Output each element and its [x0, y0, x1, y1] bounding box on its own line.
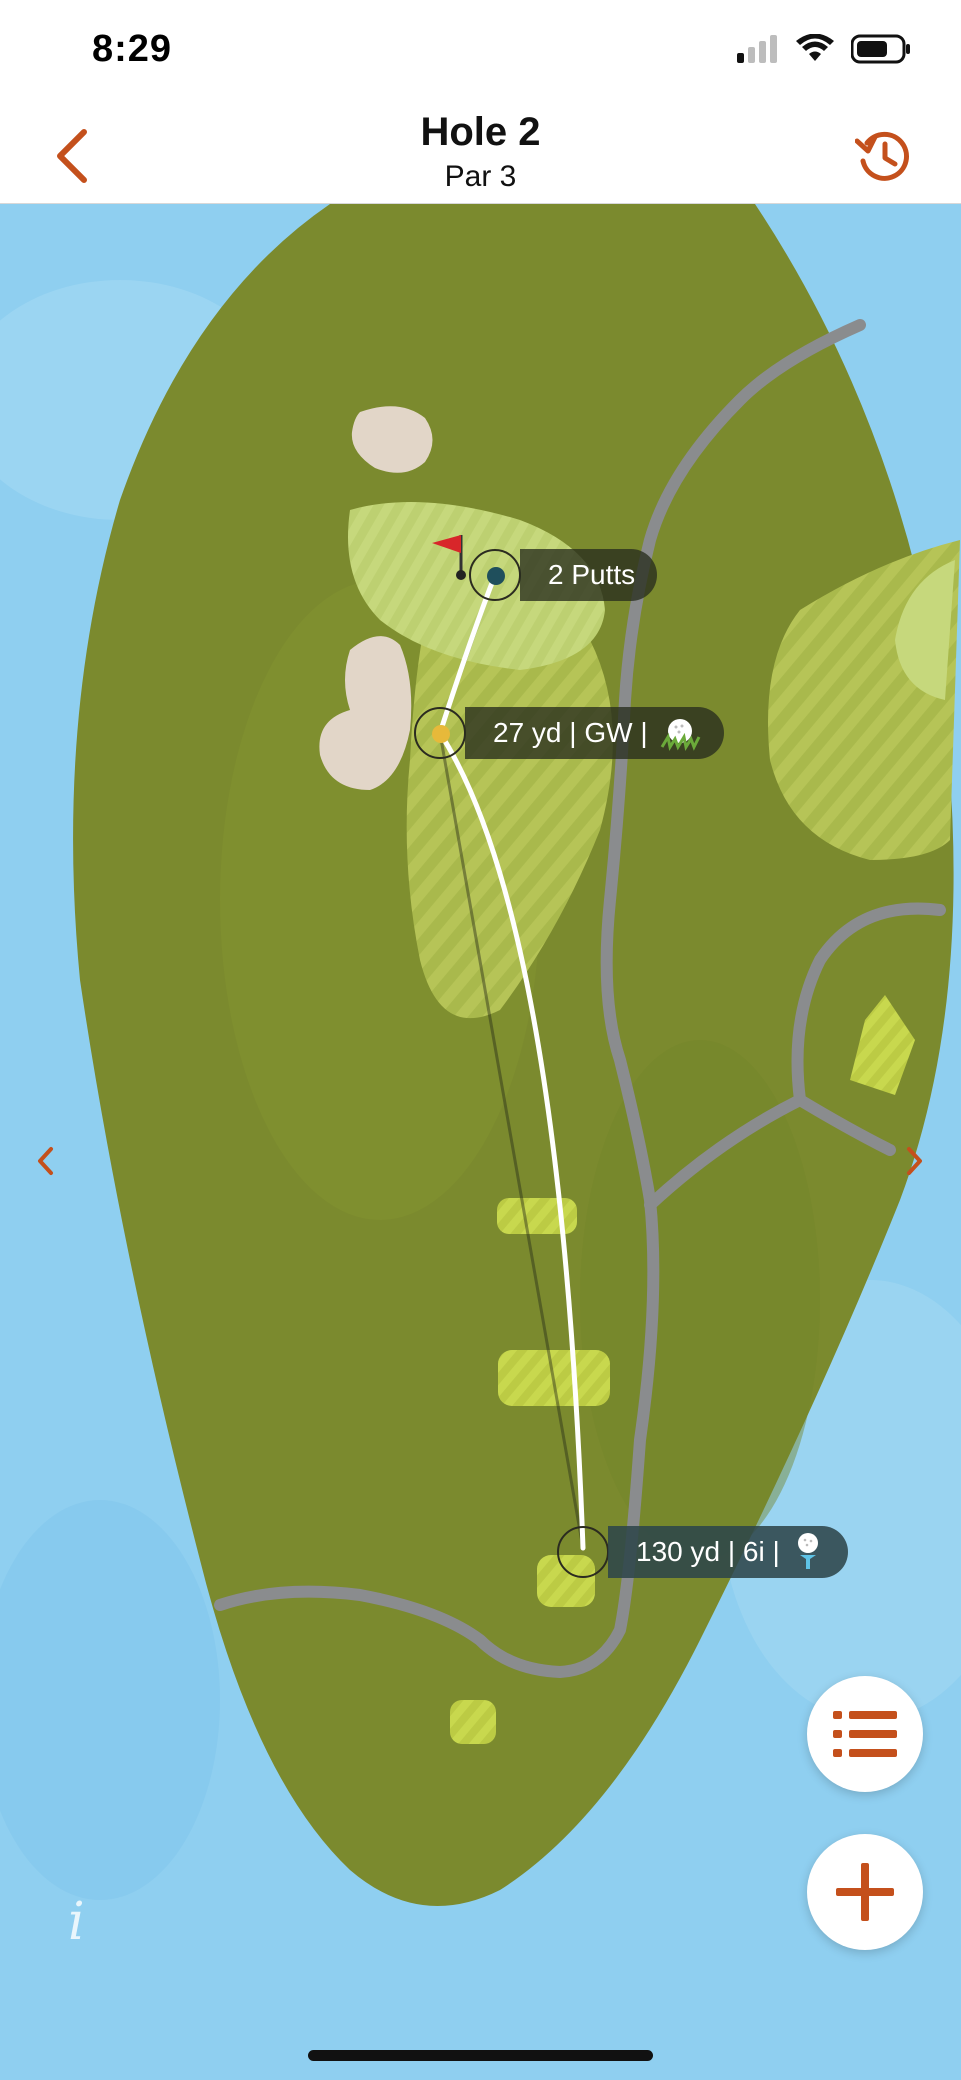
pin-dot	[487, 567, 505, 585]
par-subtitle: Par 3	[444, 160, 517, 193]
history-icon	[855, 131, 909, 181]
wifi-icon	[796, 34, 834, 61]
course-map[interactable]: 2 Putts 27 yd | GW | 130 yd | 6i | i	[0, 204, 961, 2080]
tee-shot-text: 130 yd | 6i |	[636, 1536, 780, 1567]
previous-hole-button[interactable]	[26, 1141, 66, 1181]
tee-shot-marker[interactable]	[557, 1526, 609, 1578]
scorecard-list-button[interactable]	[807, 1676, 923, 1792]
list-icon	[833, 1711, 897, 1757]
add-shot-button[interactable]	[807, 1834, 923, 1950]
approach-text: 27 yd | GW |	[493, 717, 648, 748]
status-icons	[737, 34, 911, 64]
chevron-left-icon	[38, 1147, 53, 1175]
chevron-right-icon	[907, 1147, 922, 1175]
next-hole-button[interactable]	[894, 1141, 934, 1181]
cellular-signal-icon	[737, 35, 777, 63]
putts-text: 2 Putts	[548, 559, 636, 590]
status-bar: 8:29	[0, 0, 961, 110]
plus-icon	[836, 1863, 894, 1921]
approach-shot-label[interactable]: 27 yd | GW |	[465, 707, 724, 759]
tee-shot-label[interactable]: 130 yd | 6i |	[608, 1526, 848, 1578]
approach-dot	[432, 725, 450, 743]
pin-shot-marker[interactable]	[469, 549, 521, 601]
navigation-bar: Hole 2 Par 3	[0, 110, 961, 204]
info-icon[interactable]: i	[68, 1892, 85, 1952]
putts-label[interactable]: 2 Putts	[520, 549, 658, 601]
home-indicator	[308, 2050, 653, 2061]
battery-icon	[851, 34, 910, 64]
history-button[interactable]	[851, 124, 915, 188]
course-illustration	[0, 204, 961, 2080]
status-time: 8:29	[92, 28, 173, 70]
ball-in-rough-icon	[660, 719, 700, 751]
approach-shot-marker[interactable]	[414, 707, 466, 759]
hole-title: Hole 2	[420, 110, 541, 154]
ball-on-tee-icon	[797, 1533, 818, 1569]
